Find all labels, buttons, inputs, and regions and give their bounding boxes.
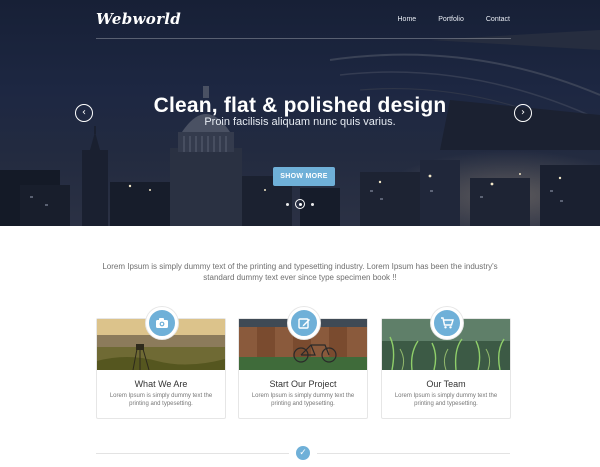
section-divider-left <box>96 453 289 454</box>
chevron-right-icon: › <box>521 107 525 118</box>
show-more-button[interactable]: SHOW MORE <box>273 167 335 186</box>
slider-dot[interactable] <box>286 202 289 206</box>
nav-item-home[interactable]: Home <box>398 16 417 23</box>
edit-icon <box>297 317 310 329</box>
card-title: Our Team <box>426 379 466 389</box>
slider-pagination <box>286 199 314 209</box>
slider-dot[interactable] <box>311 202 314 206</box>
header-divider <box>96 38 511 39</box>
nav-item-portfolio[interactable]: Portfolio <box>438 16 464 23</box>
feature-card-start-project[interactable]: Start Our Project Lorem Ipsum is simply … <box>238 307 368 419</box>
chevron-left-icon: ‹ <box>82 107 86 118</box>
camera-icon <box>156 318 168 328</box>
card-text: Lorem Ipsum is simply dummy text the pri… <box>109 393 213 407</box>
cart-icon <box>441 317 454 329</box>
section-check-badge: ✓ <box>296 446 310 460</box>
check-icon: ✓ <box>299 448 307 458</box>
section-divider-right <box>317 453 510 454</box>
camera-badge <box>146 307 178 339</box>
edit-badge <box>288 307 320 339</box>
top-navigation: Home Portfolio Contact <box>376 16 511 23</box>
feature-card-our-team[interactable]: Our Team Lorem Ipsum is simply dummy tex… <box>381 307 511 419</box>
card-title: Start Our Project <box>269 379 337 389</box>
nav-item-contact[interactable]: Contact <box>486 16 510 23</box>
card-title: What We Are <box>134 379 188 389</box>
feature-card-what-we-are[interactable]: What We Are Lorem Ipsum is simply dummy … <box>96 307 226 419</box>
hero-banner: Webworld Home Portfolio Contact Clean, f… <box>0 0 600 226</box>
slider-next-button[interactable]: › <box>514 104 532 122</box>
cart-badge <box>431 307 463 339</box>
card-text: Lorem Ipsum is simply dummy text the pri… <box>251 393 355 407</box>
slider-prev-button[interactable]: ‹ <box>75 104 93 122</box>
brand-logo[interactable]: Webworld <box>96 10 181 28</box>
intro-text: Lorem Ipsum is simply dummy text of the … <box>102 262 498 282</box>
slider-dot-active[interactable] <box>295 199 305 209</box>
card-text: Lorem Ipsum is simply dummy text the pri… <box>394 393 498 407</box>
